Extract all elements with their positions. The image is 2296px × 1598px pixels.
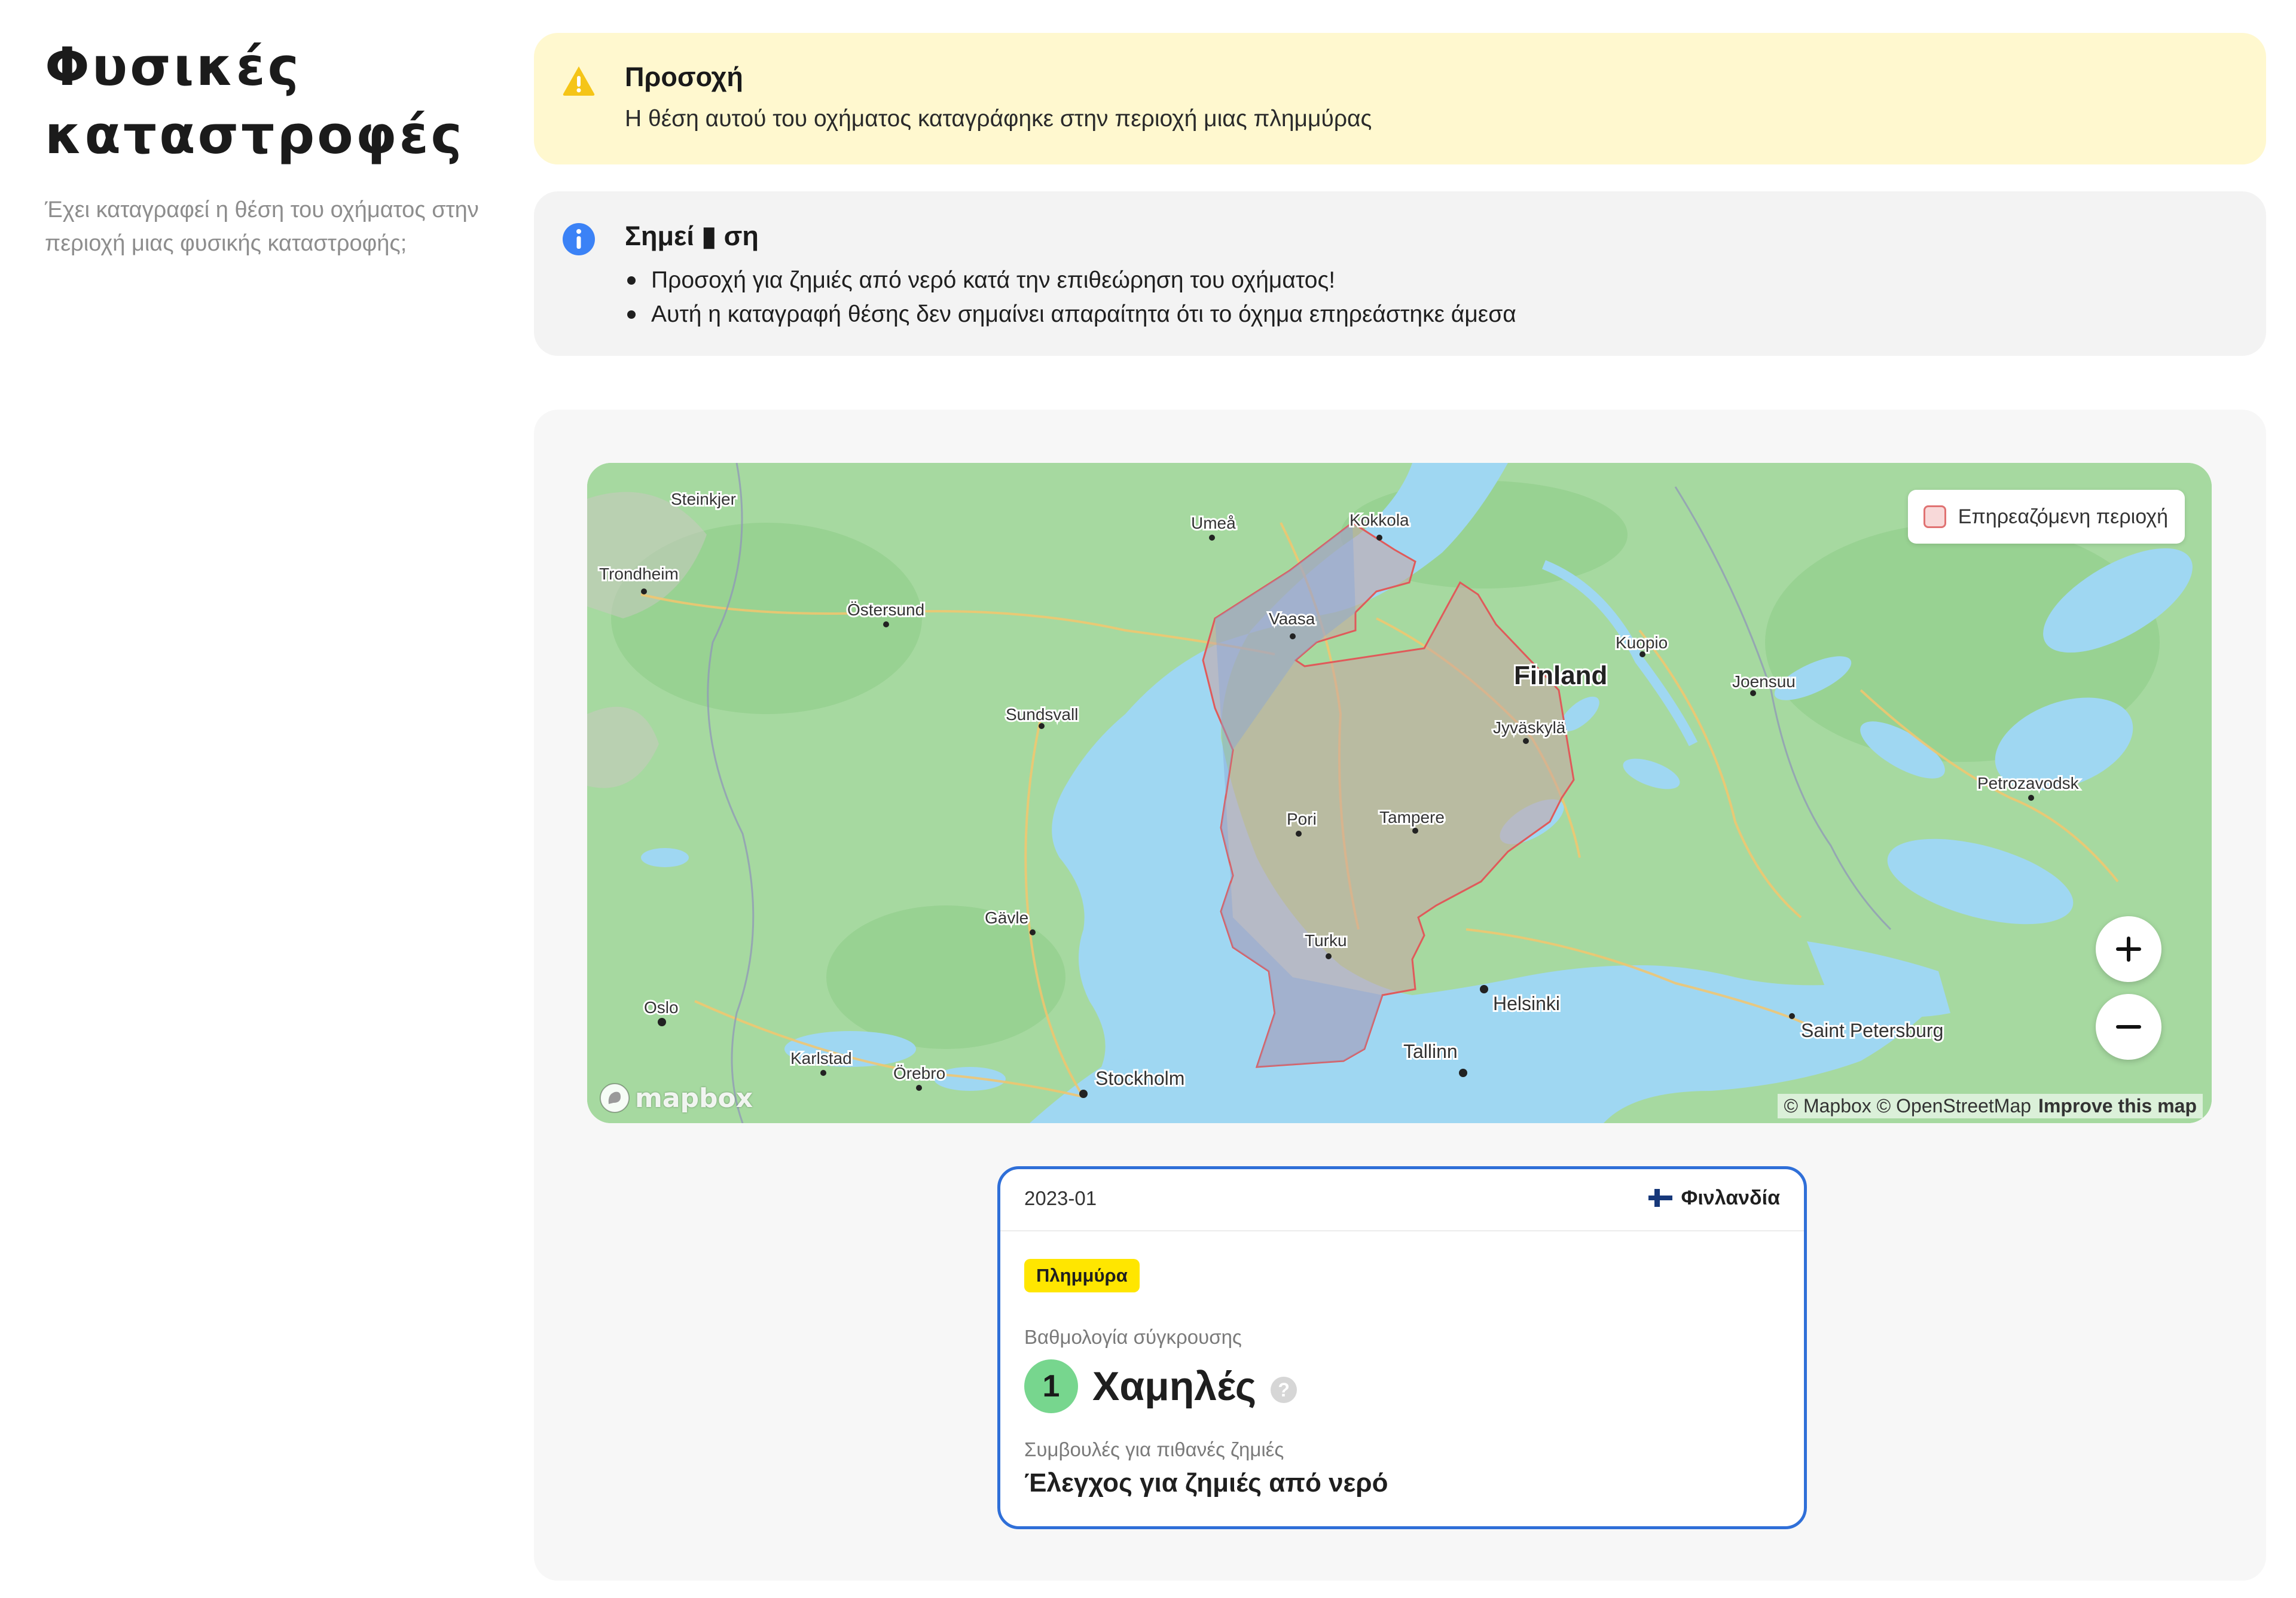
- map-canvas[interactable]: Steinkjer Trondheim Östersund Umeå Sunds…: [587, 463, 2212, 1123]
- event-card[interactable]: 2023-01 Φινλανδία Πλημμύρα Βαθμολογία σύ…: [997, 1166, 1807, 1529]
- info-list-item: Αυτή η καταγραφή θέσης δεν σημαίνει απαρ…: [625, 297, 1516, 331]
- map-legend: Επηρεαζόμενη περιοχή: [1907, 490, 2185, 544]
- page-description: Έχει καταγραφεί η θέση του οχήματος στην…: [45, 197, 479, 256]
- info-title: Σημεί ▮ ση: [625, 221, 759, 251]
- event-country-label: Φινλανδία: [1681, 1186, 1780, 1209]
- warning-triangle-icon: [563, 66, 595, 96]
- map-city-label: Örebro: [893, 1064, 945, 1082]
- warning-title: Προσοχή: [625, 62, 743, 92]
- event-date: 2023-01: [1024, 1187, 1097, 1209]
- map-city-label: Tallinn: [1403, 1041, 1458, 1062]
- map-city-label: Sundsvall: [1006, 705, 1078, 724]
- map-city-label: Vaasa: [1269, 609, 1315, 628]
- map-city-label: Kuopio: [1616, 633, 1668, 652]
- warning-alert: Προσοχή Η θέση αυτού του οχήματος καταγρ…: [534, 33, 2266, 164]
- map-city-label: Östersund: [847, 600, 924, 619]
- event-type-badge: Πλημμύρα: [1024, 1259, 1140, 1292]
- page-title-line1: Φυσικές: [45, 36, 301, 97]
- map-city-label: Petrozavodsk: [1977, 774, 2080, 792]
- help-icon[interactable]: ?: [1271, 1377, 1297, 1403]
- finland-flag-icon: [1648, 1189, 1673, 1207]
- info-list-item-text: Αυτή η καταγραφή θέσης δεν σημαίνει απαρ…: [651, 301, 1516, 327]
- map-city-label: Helsinki: [1493, 993, 1560, 1014]
- legend-swatch: [1923, 505, 1946, 528]
- event-country: Φινλανδία: [1648, 1186, 1780, 1210]
- map-city-label: Saint Petersburg: [1801, 1020, 1943, 1041]
- map-card: Steinkjer Trondheim Östersund Umeå Sunds…: [534, 410, 2266, 1581]
- info-icon: [563, 223, 595, 255]
- zoom-in-button[interactable]: [2096, 916, 2161, 982]
- attribution-text[interactable]: © Mapbox © OpenStreetMap: [1784, 1095, 2031, 1117]
- map-attribution: © Mapbox © OpenStreetMap Improve this map: [1778, 1094, 2203, 1118]
- sidebar: Φυσικές καταστροφές Έχει καταγραφεί η θέ…: [45, 33, 499, 260]
- advice-label: Συμβουλές για πιθανές ζημιές: [1024, 1438, 1284, 1460]
- mapbox-logo-text: mapbox: [635, 1082, 753, 1114]
- mapbox-logo[interactable]: mapbox: [598, 1081, 753, 1115]
- map-city-label: Umeå: [1191, 514, 1236, 532]
- map-city-label: Steinkjer: [671, 490, 736, 508]
- page-title: Φυσικές καταστροφές: [45, 33, 499, 169]
- score-row: 1 Χαμηλές ?: [1024, 1359, 1297, 1413]
- warning-text: Η θέση αυτού του οχήματος καταγράφηκε στ…: [625, 106, 1372, 132]
- map-city-label: Gävle: [985, 908, 1028, 927]
- divider: [1000, 1230, 1804, 1231]
- score-label: Βαθμολογία σύγκρουσης: [1024, 1326, 1242, 1348]
- improve-map-link[interactable]: Improve this map: [2038, 1095, 2197, 1117]
- minus-icon: [2116, 1025, 2141, 1029]
- info-alert: Σημεί ▮ ση Προσοχή για ζημιές από νερό κ…: [534, 191, 2266, 356]
- plus-icon: [2116, 937, 2141, 962]
- info-list-item: Προσοχή για ζημιές από νερό κατά την επι…: [625, 263, 1516, 297]
- map-city-label: Jyväskylä: [1493, 718, 1566, 737]
- map-city-label: Kokkola: [1349, 511, 1409, 529]
- map-city-label: Karlstad: [790, 1049, 852, 1068]
- legend-label: Επηρεαζόμενη περιοχή: [1958, 505, 2168, 528]
- map-city-label: Tampere: [1379, 808, 1445, 827]
- map[interactable]: Steinkjer Trondheim Östersund Umeå Sunds…: [587, 463, 2212, 1123]
- map-city-label: Trondheim: [599, 565, 679, 583]
- map-city-label: Joensuu: [1732, 672, 1796, 691]
- info-list: Προσοχή για ζημιές από νερό κατά την επι…: [625, 263, 1516, 331]
- map-city-label: Stockholm: [1095, 1068, 1184, 1089]
- info-list-item-text: Προσοχή για ζημιές από νερό κατά την επι…: [651, 267, 1336, 293]
- map-city-label: Turku: [1305, 931, 1347, 950]
- mapbox-icon: [600, 1083, 630, 1113]
- map-city-label: Oslo: [644, 998, 679, 1017]
- map-city-label: Pori: [1287, 810, 1317, 828]
- page-title-line2: καταστροφές: [45, 104, 465, 166]
- score-text: Χαμηλές: [1092, 1364, 1257, 1409]
- score-value: 1: [1024, 1359, 1078, 1413]
- map-country-label: Finland: [1514, 661, 1607, 690]
- advice-value: Έλεγχος για ζημιές από νερό: [1024, 1468, 1388, 1498]
- zoom-out-button[interactable]: [2096, 994, 2161, 1060]
